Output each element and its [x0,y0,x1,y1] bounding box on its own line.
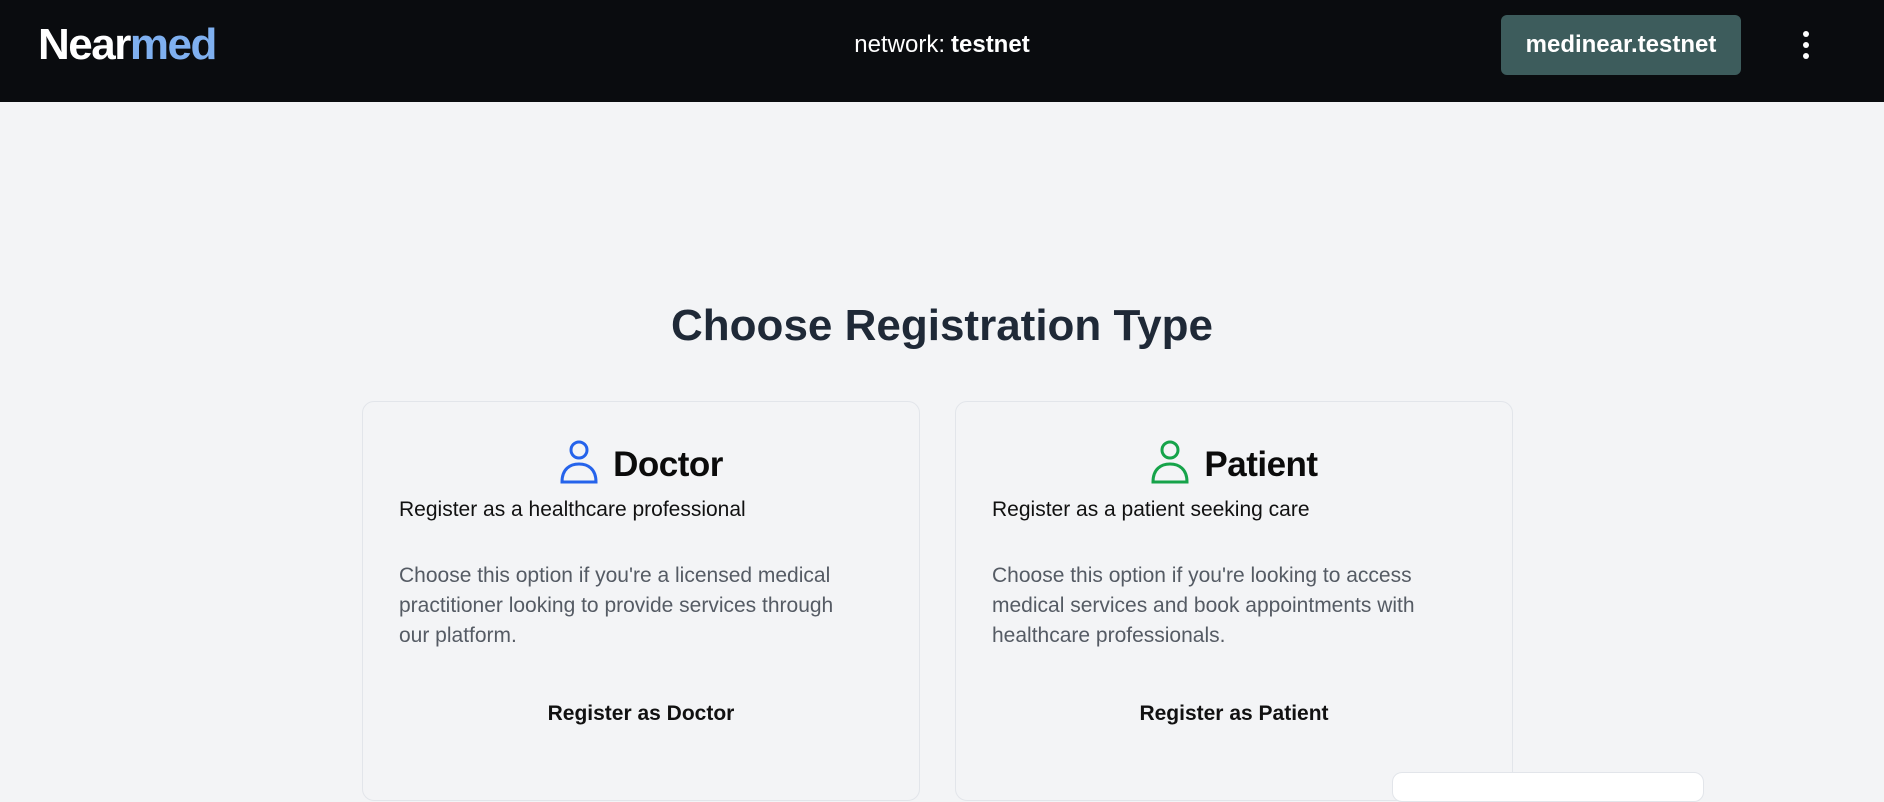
more-vertical-icon[interactable] [1796,26,1816,64]
card-header: Patient [956,439,1512,490]
doctor-registration-card[interactable]: Doctor Register as a healthcare professi… [362,401,920,801]
card-subtitle: Register as a patient seeking care [992,498,1310,521]
card-description: Choose this option if you're looking to … [992,564,1415,647]
card-description: Choose this option if you're a licensed … [399,564,834,647]
account-button[interactable]: medinear.testnet [1501,15,1741,75]
register-patient-button[interactable]: Register as Patient [956,702,1512,726]
card-header: Doctor [363,439,919,490]
network-label: network: [854,31,945,58]
card-title: Patient [1204,444,1318,484]
top-navbar: Nearmed network: testnet medinear.testnet [0,0,1884,102]
patient-registration-card[interactable]: Patient Register as a patient seeking ca… [955,401,1513,801]
user-icon [1150,439,1190,490]
floating-panel [1392,772,1704,802]
network-value: testnet [951,31,1030,58]
card-title: Doctor [613,444,723,484]
page-title: Choose Registration Type [671,301,1213,350]
user-icon [559,439,599,490]
register-doctor-button[interactable]: Register as Doctor [363,702,919,726]
card-subtitle: Register as a healthcare professional [399,498,746,521]
